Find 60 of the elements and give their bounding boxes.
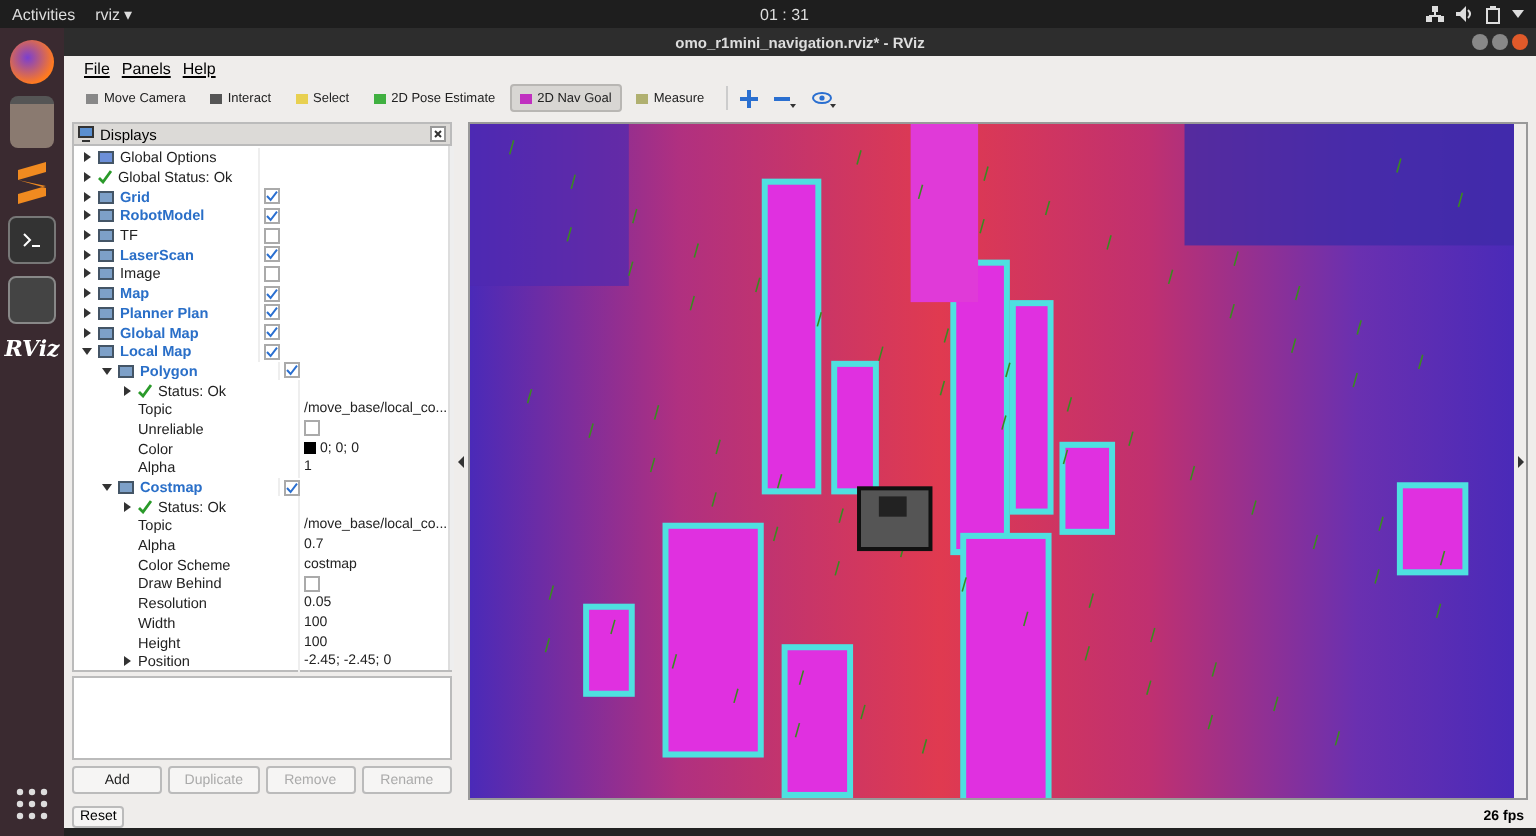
volume-icon[interactable] <box>1456 6 1474 22</box>
network-icon[interactable] <box>1426 6 1444 22</box>
checkbox[interactable] <box>284 479 300 496</box>
activities-button[interactable]: Activities <box>12 5 76 23</box>
close-button[interactable] <box>1512 34 1528 50</box>
expand-arrow-icon[interactable] <box>82 327 92 338</box>
expand-arrow-icon[interactable] <box>82 210 92 221</box>
collapse-arrow-icon[interactable] <box>102 365 112 376</box>
menu-item[interactable]: Panels <box>121 59 171 77</box>
expand-arrow-icon[interactable] <box>82 307 92 318</box>
minimize-button[interactable] <box>1472 34 1488 50</box>
expand-arrow-icon[interactable] <box>82 268 92 279</box>
expand-arrow-icon[interactable] <box>122 385 132 396</box>
costmap-drawing[interactable] <box>470 124 1514 798</box>
checkbox[interactable] <box>264 304 280 321</box>
expand-arrow-icon[interactable] <box>82 230 92 241</box>
expand-arrow-icon[interactable] <box>82 172 92 183</box>
monitor-icon <box>78 126 94 142</box>
checkbox[interactable] <box>264 246 280 263</box>
maximize-button[interactable] <box>1492 34 1508 50</box>
checkbox[interactable] <box>304 420 320 437</box>
check-icon <box>98 170 112 185</box>
expand-arrow-icon[interactable] <box>82 288 92 299</box>
close-icon[interactable] <box>430 126 446 142</box>
check-icon <box>138 383 152 398</box>
expand-arrow-icon[interactable] <box>122 501 132 512</box>
rviz-dock-button[interactable]: RViz <box>4 336 60 362</box>
terminal-icon[interactable] <box>8 216 56 264</box>
s-letter-icon[interactable] <box>12 160 52 204</box>
checkbox[interactable] <box>264 188 280 205</box>
menu-item[interactable]: Help <box>182 59 216 77</box>
checkbox[interactable] <box>264 324 280 341</box>
expand-arrow-icon[interactable] <box>82 191 92 202</box>
clock-text[interactable]: 01 : 31 <box>760 5 809 23</box>
collapse-arrow-icon[interactable] <box>102 482 112 493</box>
checkbox[interactable] <box>264 285 280 302</box>
expand-arrow-icon[interactable] <box>82 152 92 163</box>
checkbox[interactable] <box>264 207 280 224</box>
checkbox[interactable] <box>264 343 280 360</box>
expand-arrow-icon[interactable] <box>82 249 92 260</box>
plugin-icon <box>118 480 134 495</box>
caret-icon[interactable] <box>1512 10 1524 18</box>
expand-arrow-icon[interactable] <box>122 656 132 667</box>
plugin-icon <box>98 150 114 165</box>
checkbox[interactable] <box>284 362 300 379</box>
color-swatch[interactable] <box>304 442 316 455</box>
plus-icon[interactable] <box>740 89 759 107</box>
checkbox[interactable] <box>304 575 320 592</box>
checkbox[interactable] <box>264 265 280 282</box>
battery-icon[interactable] <box>1486 5 1500 23</box>
eye-icon[interactable] <box>812 89 837 107</box>
checkbox[interactable] <box>264 227 280 244</box>
firefox-icon[interactable] <box>10 40 54 84</box>
menu-item[interactable]: File <box>84 59 110 77</box>
app-menu[interactable]: rviz ▾ <box>95 5 133 23</box>
window-icon[interactable] <box>8 276 56 324</box>
collapse-arrow-icon[interactable] <box>82 346 92 357</box>
file-cabinet-icon[interactable] <box>10 96 54 148</box>
app-grid-icon[interactable] <box>16 788 48 820</box>
check-icon <box>138 499 152 514</box>
